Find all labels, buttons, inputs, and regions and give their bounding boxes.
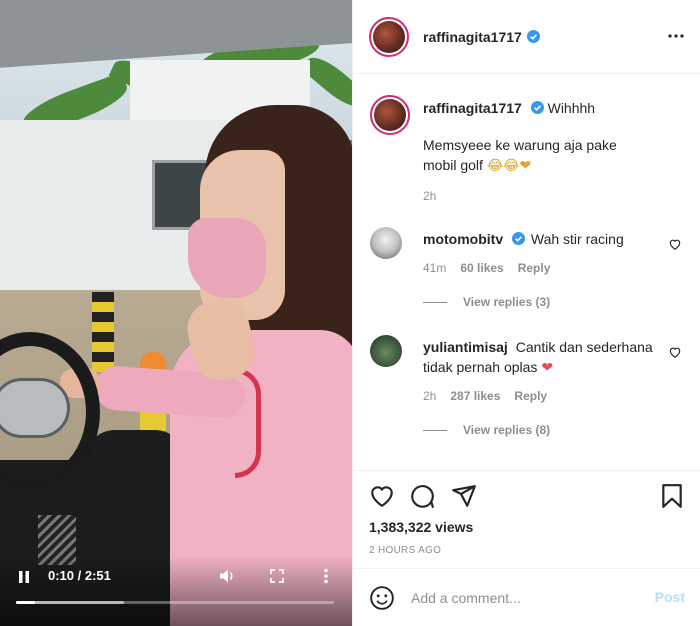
more-options-icon[interactable] [667, 27, 685, 45]
view-replies-button[interactable]: View replies (3) [423, 295, 550, 309]
like-heart-icon[interactable] [369, 483, 395, 509]
verified-badge-icon [530, 101, 544, 114]
comment-item: motomobitv Wah stir racing 41m 60 likes … [370, 227, 690, 317]
comments-list[interactable]: raffinagita1717 Wihhhh Memsyeee ke warun… [353, 75, 700, 470]
comment-emoji: ❤ [541, 360, 554, 376]
add-comment-bar: Post [353, 568, 700, 626]
fullscreen-icon[interactable] [267, 566, 287, 586]
post-caption: raffinagita1717 Wihhhh Memsyeee ke warun… [370, 95, 690, 205]
comment-username[interactable]: motomobitv [423, 231, 503, 247]
save-bookmark-icon[interactable] [659, 483, 685, 509]
commenter-avatar[interactable] [370, 335, 402, 367]
comment-time: 2h [423, 389, 437, 403]
comment-text: Wah stir racing [530, 231, 624, 247]
author-username[interactable]: raffinagita1717 [423, 29, 522, 45]
share-paper-plane-icon[interactable] [451, 483, 477, 509]
caption-author-avatar[interactable] [370, 95, 410, 135]
verified-badge-icon [526, 30, 540, 43]
post-timestamp: 2 HOURS AGO [369, 545, 442, 556]
caption-author[interactable]: raffinagita1717 [423, 100, 522, 116]
view-replies-button[interactable]: View replies (8) [423, 423, 550, 437]
author-avatar[interactable] [369, 16, 409, 57]
comment-reply-button[interactable]: Reply [514, 389, 547, 403]
comment-input[interactable] [411, 586, 641, 610]
comment-likes[interactable]: 287 likes [450, 389, 500, 403]
video-progress-bar[interactable] [16, 601, 334, 604]
emoji-smiley-icon[interactable] [369, 585, 395, 611]
video-time: 0:10 / 2:51 [48, 568, 111, 583]
post-comment-button[interactable]: Post [655, 589, 685, 605]
post-actions: 1,383,322 views 2 HOURS AGO [353, 470, 700, 570]
pause-icon[interactable] [14, 567, 34, 587]
post-header: raffinagita1717 [353, 0, 700, 74]
commenter-avatar[interactable] [370, 227, 402, 259]
like-comment-heart-icon[interactable] [668, 345, 682, 359]
video-buffer-fill [16, 601, 125, 604]
like-comment-heart-icon[interactable] [668, 237, 682, 251]
comment-username[interactable]: yuliantimisaj [423, 339, 508, 355]
comment-likes[interactable]: 60 likes [460, 261, 503, 275]
video-player[interactable]: 0:10 / 2:51 [0, 0, 352, 626]
comment-reply-button[interactable]: Reply [518, 261, 551, 275]
verified-badge-icon [512, 232, 525, 245]
caption-time: 2h [423, 189, 437, 203]
view-count[interactable]: 1,383,322 views [369, 519, 473, 535]
caption-emojis: 😂😂❤ [486, 158, 532, 174]
volume-icon[interactable] [216, 566, 238, 586]
comment-item: yuliantimisaj Cantik dan sederhana tidak… [370, 335, 690, 445]
video-frame [0, 0, 352, 626]
caption-title: Wihhhh [547, 100, 596, 116]
more-vertical-icon[interactable] [316, 566, 336, 586]
video-controls-overlay [0, 555, 352, 626]
comment-bubble-icon[interactable] [409, 483, 435, 509]
comment-time: 41m [423, 261, 447, 275]
post-panel: raffinagita1717 raffinagita1717 Wihhhh M… [352, 0, 700, 626]
